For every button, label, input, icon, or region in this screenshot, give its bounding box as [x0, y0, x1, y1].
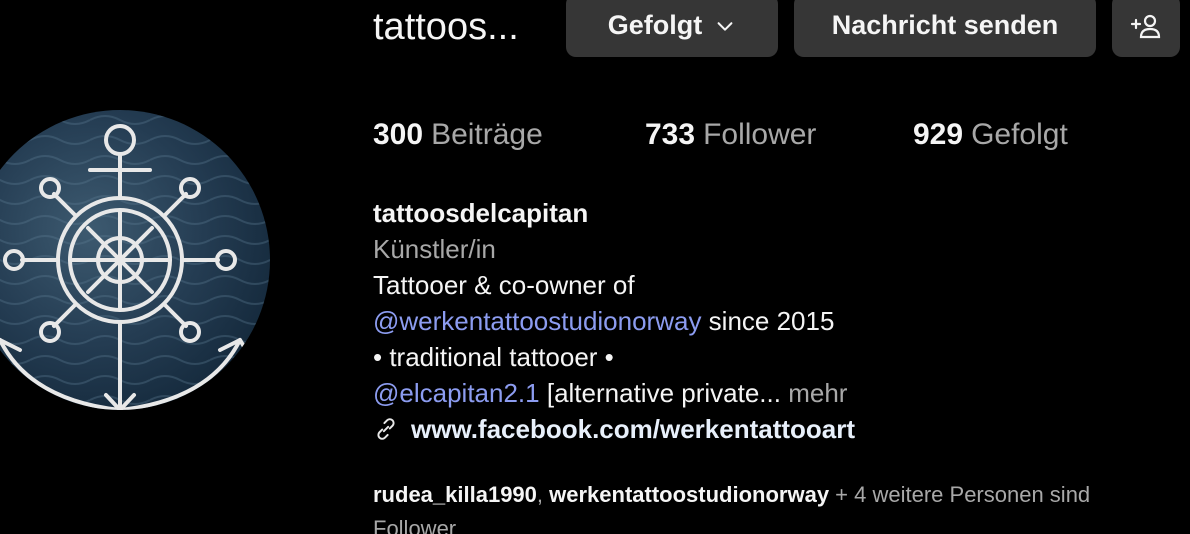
mutual-followers-line-2: Follower: [373, 516, 457, 534]
send-message-button[interactable]: Nachricht senden: [794, 0, 1096, 57]
mutual-rest-text: + 4 weitere Personen sind: [829, 482, 1091, 507]
bio-line-4-text: [alternative private...: [539, 378, 781, 408]
bio-more-link[interactable]: mehr: [788, 378, 847, 408]
bio-line-1: Tattooer & co-owner of: [373, 270, 635, 300]
stat-following[interactable]: 929 Gefolgt: [913, 115, 1068, 155]
stat-followers[interactable]: 733 Follower: [645, 115, 816, 155]
bio-mention-werkentattoo[interactable]: @werkentattoostudionorway: [373, 306, 701, 336]
stat-posts: 300 Beiträge: [373, 115, 543, 155]
following-dropdown-button[interactable]: Gefolgt: [566, 0, 778, 57]
suggest-users-button[interactable]: [1112, 0, 1180, 57]
mutual-user-2[interactable]: werkentattoostudionorway: [549, 482, 829, 507]
mutual-separator: ,: [536, 482, 550, 507]
bio-line-4: @elcapitan2.1 [alternative private... me…: [373, 375, 855, 411]
chevron-down-icon: [717, 21, 733, 31]
bio-website-row[interactable]: www.facebook.com/werkentattooart: [373, 411, 855, 447]
anchor-helm-logo-icon: [0, 110, 270, 410]
bio-line-2-text: since 2015: [701, 306, 835, 336]
following-count: 929: [913, 118, 964, 151]
mutual-user-1[interactable]: rudea_killa1990: [373, 482, 537, 507]
posts-label: Beiträge: [431, 118, 543, 151]
bio-category: Künstler/in: [373, 234, 496, 264]
add-person-icon: [1130, 14, 1161, 38]
bio-line-3: • traditional tattooer •: [373, 342, 614, 372]
bio-mention-elcapitan[interactable]: @elcapitan2.1: [373, 378, 540, 408]
send-message-label: Nachricht senden: [831, 10, 1059, 40]
bio-full-name: tattoosdelcapitan: [373, 198, 589, 228]
mutual-followers[interactable]: rudea_killa1990, werkentattoostudionorwa…: [373, 478, 1190, 534]
profile-avatar[interactable]: [0, 110, 270, 410]
bio-line-2: @werkentattoostudionorway since 2015: [373, 303, 855, 339]
profile-username: tattoos...: [373, 6, 519, 48]
followers-label: Follower: [703, 118, 817, 151]
following-label: Gefolgt: [971, 118, 1068, 151]
followers-count: 733: [645, 118, 696, 151]
link-icon: [377, 418, 395, 440]
website-link[interactable]: www.facebook.com/werkentattooart: [411, 414, 855, 444]
mutual-followers-line: rudea_killa1990, werkentattoostudionorwa…: [373, 478, 1190, 512]
profile-bio: tattoosdelcapitan Künstler/in Tattooer &…: [373, 195, 855, 447]
posts-count: 300: [373, 118, 424, 151]
following-button-label: Gefolgt: [607, 10, 703, 40]
